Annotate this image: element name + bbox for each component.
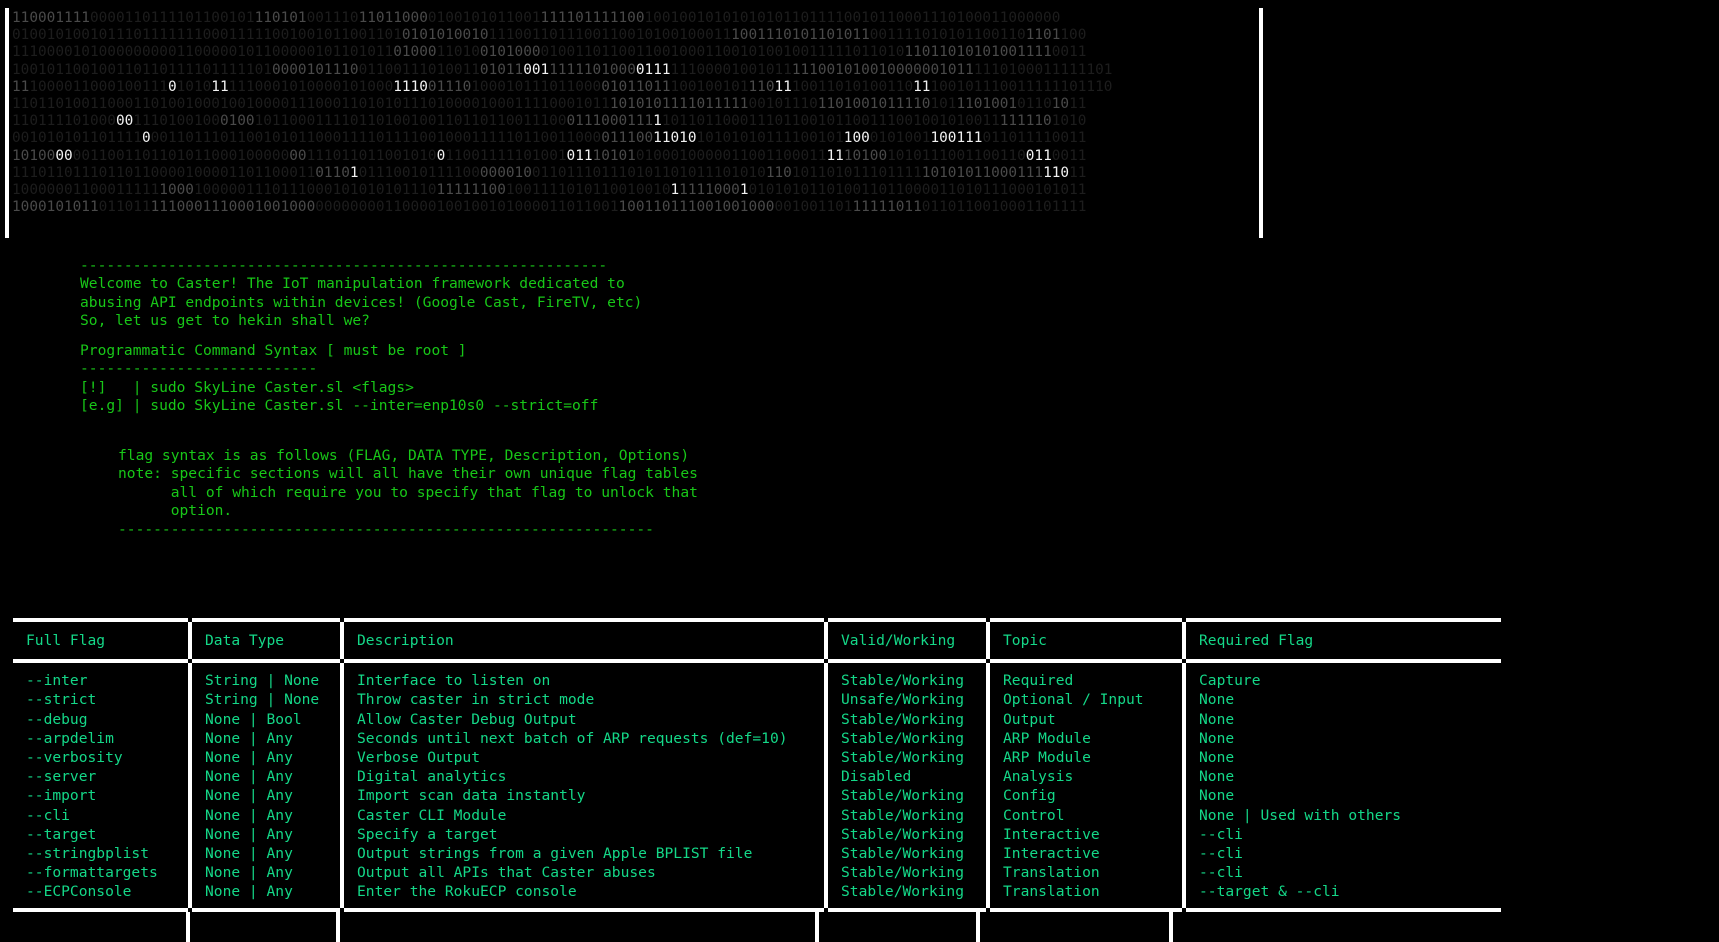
table-stub-cell <box>13 912 186 942</box>
binary-row: 0100101001011101111111000111110010010110… <box>12 27 1087 44</box>
banner-left-border <box>5 8 9 238</box>
flag-table: Full Flag Data Type Description Valid/Worki… <box>13 618 1501 942</box>
table-column-description: Interface to listen on Throw caster in s… <box>357 672 788 901</box>
table-header-row: Full Flag Data Type Description Valid/Worki… <box>13 622 1485 660</box>
table-column-flag: --inter --strict --debug --arpdelim --ve… <box>26 672 158 901</box>
table-column-topic: Required Optional / Input Output ARP Mod… <box>1003 672 1144 901</box>
table-column-data-type: String | None String | None None | Bool … <box>205 672 320 901</box>
table-next-section-stub <box>13 911 1485 942</box>
binary-row: 1110110111011011000010000110110001101101… <box>12 164 1087 181</box>
table-header-cell: Valid/Working <box>841 632 956 649</box>
table-stub-cell <box>190 912 336 942</box>
table-body: --inter --strict --debug --arpdelim --ve… <box>13 663 1485 908</box>
intro-block: ----------------------------------------… <box>80 257 643 330</box>
banner-right-border <box>1259 8 1263 238</box>
table-header-cell: Topic <box>1003 632 1047 649</box>
table-column-required-flag: Capture None None None None None None No… <box>1199 672 1402 901</box>
binary-row: 1010000001100110110101100010000000111011… <box>12 147 1087 164</box>
binary-matrix-banner: 1100011110000110111101100101110101001110… <box>0 0 1268 245</box>
flag-syntax-note-block: flag syntax is as follows (FLAG, DATA TY… <box>118 447 698 538</box>
table-header-cell: Description <box>357 632 454 649</box>
binary-matrix-text: 1100011110000110111101100101110101001110… <box>12 10 1257 216</box>
table-stub-cell <box>980 912 1170 942</box>
table-header-cell: Required Flag <box>1199 632 1314 649</box>
binary-row: 1100011110000110111101100101110101001110… <box>12 10 1061 26</box>
table-header-cell: Full Flag <box>26 632 106 649</box>
binary-row: 1101111010000011101001000100101100011110… <box>12 113 1087 130</box>
binary-row: 1000000110001111110001000001110111000101… <box>12 181 1087 198</box>
table-stub-cell <box>1173 912 1485 942</box>
binary-row: 0010101011011110001101110110010101100011… <box>12 130 1087 147</box>
table-column-valid: Stable/Working Unsafe/Working Stable/Wor… <box>841 672 965 901</box>
table-stub-cell <box>819 912 975 942</box>
command-syntax-block: Programmatic Command Syntax [ must be ro… <box>80 342 599 415</box>
binary-row: 1110000110001001110101011111000101000010… <box>12 78 1113 95</box>
table-header-cell: Data Type <box>205 632 285 649</box>
binary-row: 1110000101000000000110000010110000010110… <box>12 44 1087 61</box>
binary-row: 1001011001001101101111011111010000101110… <box>12 61 1113 78</box>
binary-row: 1101101001100011010010001001000011100011… <box>12 95 1087 112</box>
table-stub-cell <box>340 912 815 942</box>
binary-row: 1000101011011011111000111000100100000000… <box>12 199 1087 216</box>
